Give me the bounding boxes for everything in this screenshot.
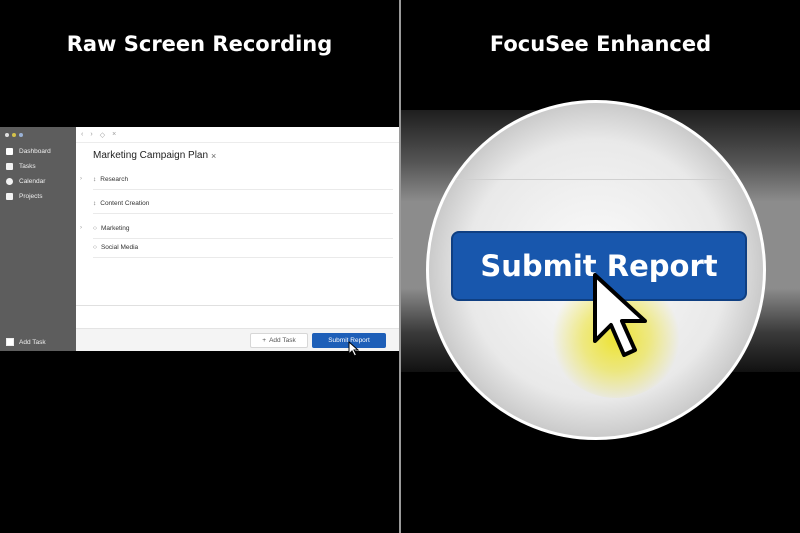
close-icon[interactable]: × bbox=[112, 131, 116, 138]
task-label: Social Media bbox=[100, 243, 139, 251]
add-task-button-label: Add Task bbox=[269, 337, 296, 344]
sidebar-item-tasks[interactable]: Tasks bbox=[6, 163, 36, 170]
refresh-icon[interactable]: ◇ bbox=[100, 131, 105, 139]
app-window: Dashboard Tasks Calendar Projects Add Ta… bbox=[0, 127, 399, 351]
sidebar-item-label: Dashboard bbox=[19, 148, 51, 155]
raw-recording-heading: Raw Screen Recording bbox=[66, 32, 333, 56]
dashboard-icon bbox=[6, 148, 13, 155]
main-content: ‹ › ◇ × Marketing Campaign Plan × › ↕ Re… bbox=[76, 127, 399, 351]
sidebar: Dashboard Tasks Calendar Projects Add Ta… bbox=[0, 127, 76, 351]
task-label: Research bbox=[100, 175, 129, 183]
window-control-dot[interactable] bbox=[19, 133, 23, 137]
add-task-button[interactable]: + Add Task bbox=[250, 333, 308, 348]
sidebar-item-label: Tasks bbox=[19, 163, 36, 170]
divider bbox=[429, 179, 763, 180]
back-icon[interactable]: ‹ bbox=[81, 131, 83, 138]
divider bbox=[76, 305, 399, 306]
project-close-icon[interactable]: × bbox=[211, 151, 216, 161]
sidebar-item-calendar[interactable]: Calendar bbox=[6, 178, 45, 185]
task-row[interactable]: › ↕ Research bbox=[80, 169, 393, 190]
calendar-icon bbox=[6, 178, 13, 185]
circle-icon: ○ bbox=[93, 224, 97, 232]
sidebar-item-label: Calendar bbox=[19, 178, 46, 185]
plus-icon: + bbox=[262, 337, 267, 344]
toolbar: ‹ › ◇ × bbox=[76, 127, 399, 143]
chevron-right-icon[interactable]: › bbox=[80, 225, 82, 231]
sort-icon: ↕ bbox=[93, 175, 97, 183]
tasks-icon bbox=[6, 163, 13, 170]
task-label: Content Creation bbox=[100, 199, 150, 207]
task-row[interactable]: ○ Social Media bbox=[93, 237, 393, 258]
window-controls bbox=[5, 133, 23, 137]
sidebar-add-task[interactable]: Add Task bbox=[6, 338, 46, 346]
mouse-cursor-icon bbox=[593, 273, 647, 357]
forward-icon[interactable]: › bbox=[90, 131, 92, 138]
sidebar-item-projects[interactable]: Projects bbox=[6, 193, 42, 200]
sidebar-add-task-label: Add Task bbox=[19, 338, 46, 346]
chevron-right-icon[interactable]: › bbox=[80, 176, 82, 182]
sidebar-item-dashboard[interactable]: Dashboard bbox=[6, 148, 51, 155]
sidebar-item-label: Projects bbox=[19, 193, 43, 200]
mouse-cursor-icon bbox=[348, 341, 360, 357]
circle-icon: ○ bbox=[93, 243, 97, 251]
sort-icon: ↕ bbox=[93, 199, 97, 207]
window-control-dot[interactable] bbox=[5, 133, 9, 137]
project-title: Marketing Campaign Plan bbox=[93, 150, 209, 161]
enhanced-heading: FocuSee Enhanced bbox=[489, 32, 712, 56]
raw-recording-panel: Raw Screen Recording Dashboard Tasks Cal… bbox=[0, 0, 399, 533]
add-task-icon bbox=[6, 338, 14, 346]
projects-icon bbox=[6, 193, 13, 200]
enhanced-panel: FocuSee Enhanced Submit Report bbox=[401, 0, 800, 533]
task-row[interactable]: › ○ Marketing bbox=[80, 218, 393, 239]
task-row[interactable]: ↕ Content Creation bbox=[93, 193, 393, 214]
zoom-lens: Submit Report bbox=[426, 100, 766, 440]
task-label: Marketing bbox=[100, 224, 130, 232]
window-control-dot[interactable] bbox=[12, 133, 16, 137]
